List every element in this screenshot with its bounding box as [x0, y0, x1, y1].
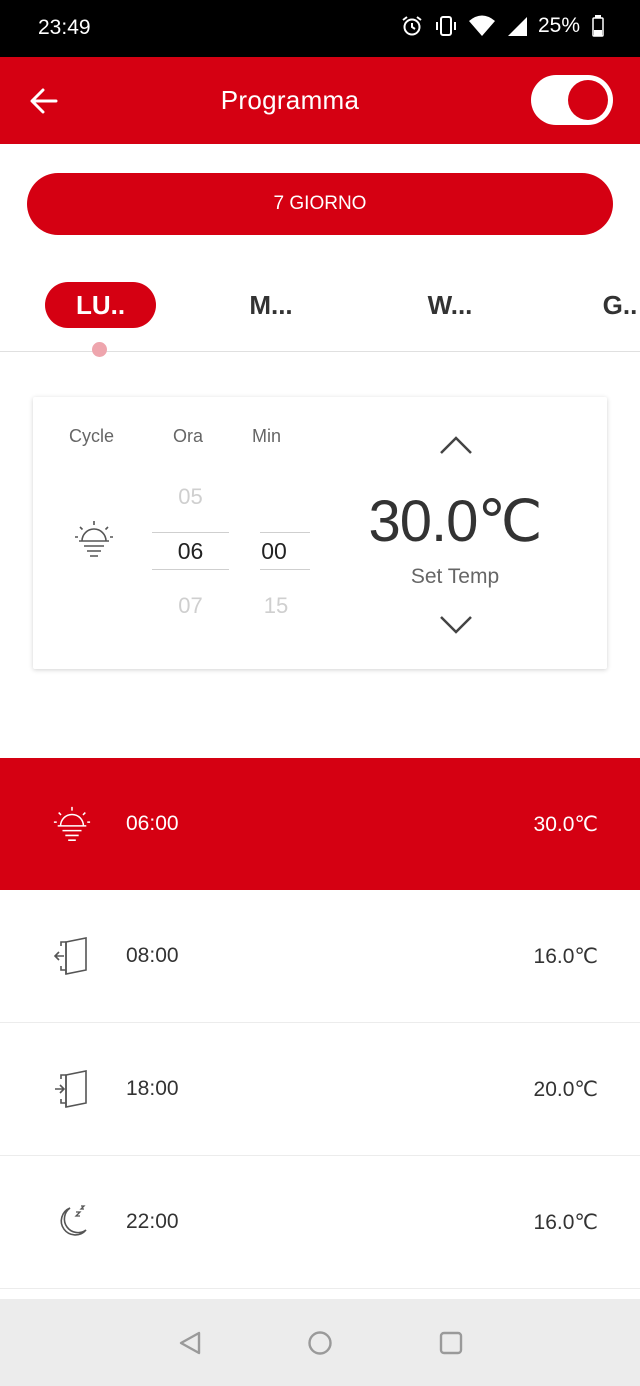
alarm-icon: [402, 16, 422, 36]
program-toggle[interactable]: [531, 75, 613, 125]
hour-next[interactable]: 07: [152, 593, 229, 619]
status-icons: 25%: [400, 14, 604, 38]
schedule-temp: 20.0℃: [533, 1078, 598, 1101]
nav-recents-button[interactable]: [433, 1325, 469, 1361]
sun-rise-icon: [53, 806, 91, 841]
door-enter-icon: [55, 1070, 87, 1108]
nav-home-button[interactable]: [302, 1325, 338, 1361]
tab-indicator: [92, 342, 107, 357]
square-recents-icon: [439, 1331, 463, 1355]
door-exit-icon: [53, 937, 87, 975]
moon-sleep-icon: [60, 1205, 87, 1236]
schedule-temp: 16.0℃: [533, 945, 598, 968]
hour-selected[interactable]: 06: [152, 538, 229, 565]
schedule-time: 22:00: [126, 1210, 179, 1233]
schedule-row[interactable]: 06:00 30.0℃: [0, 758, 640, 890]
schedule-editor-card: Cycle Ora Min 05 06 07 00 15 30.0℃ Set T…: [33, 397, 607, 669]
tab-thursday[interactable]: G..: [590, 282, 640, 328]
temp-down-button[interactable]: [438, 613, 474, 637]
system-nav-bar: [0, 1299, 640, 1386]
mode-button[interactable]: 7 GIORNO: [27, 173, 613, 235]
schedule-time: 18:00: [126, 1077, 179, 1100]
wifi-icon: [468, 15, 495, 36]
battery-icon: [592, 15, 604, 37]
temp-up-button[interactable]: [438, 433, 474, 457]
hour-prev[interactable]: 05: [152, 484, 229, 510]
minute-picker-line-top: [260, 532, 310, 533]
schedule-row[interactable]: 18:00 20.0℃: [0, 1023, 640, 1156]
hour-picker-line-top: [152, 532, 229, 533]
day-tabs: LU.. M... W... G..: [0, 270, 640, 357]
circle-home-icon: [308, 1331, 332, 1355]
schedule-row[interactable]: 22:00 16.0℃: [0, 1156, 640, 1289]
app-bar: Programma: [0, 57, 640, 144]
triangle-back-icon: [179, 1331, 201, 1355]
nav-back-button[interactable]: [172, 1325, 208, 1361]
toggle-knob: [568, 80, 608, 120]
schedule-list: 06:00 30.0℃ 08:00 16.0℃ 18:00 20.0℃ 22:0…: [0, 758, 640, 1289]
schedule-time: 08:00: [126, 944, 179, 967]
status-bar: 23:49 25%: [0, 0, 640, 57]
minute-picker-line-bottom: [260, 569, 310, 570]
set-temp-label: Set Temp: [410, 565, 500, 588]
schedule-row[interactable]: 08:00 16.0℃: [0, 890, 640, 1023]
battery-percent: 25%: [537, 14, 580, 37]
tab-wednesday[interactable]: W...: [410, 282, 490, 328]
cell-signal-icon: [507, 17, 527, 36]
tab-monday[interactable]: LU..: [45, 282, 156, 328]
set-temp-value: 30.0℃: [368, 489, 542, 554]
cycle-label: Cycle: [69, 426, 115, 446]
schedule-time: 06:00: [126, 812, 179, 835]
tab-tuesday[interactable]: M...: [231, 282, 311, 328]
minute-label: Min: [252, 426, 282, 446]
minute-next[interactable]: 15: [251, 593, 301, 619]
hour-picker-line-bottom: [152, 569, 229, 570]
minute-selected[interactable]: 00: [249, 538, 299, 565]
schedule-temp: 16.0℃: [533, 1211, 598, 1234]
sun-rise-icon: [75, 521, 113, 557]
status-time: 23:49: [38, 16, 91, 39]
schedule-temp: 30.0℃: [533, 813, 598, 836]
hour-label: Ora: [173, 426, 204, 446]
vibrate-icon: [435, 16, 456, 36]
